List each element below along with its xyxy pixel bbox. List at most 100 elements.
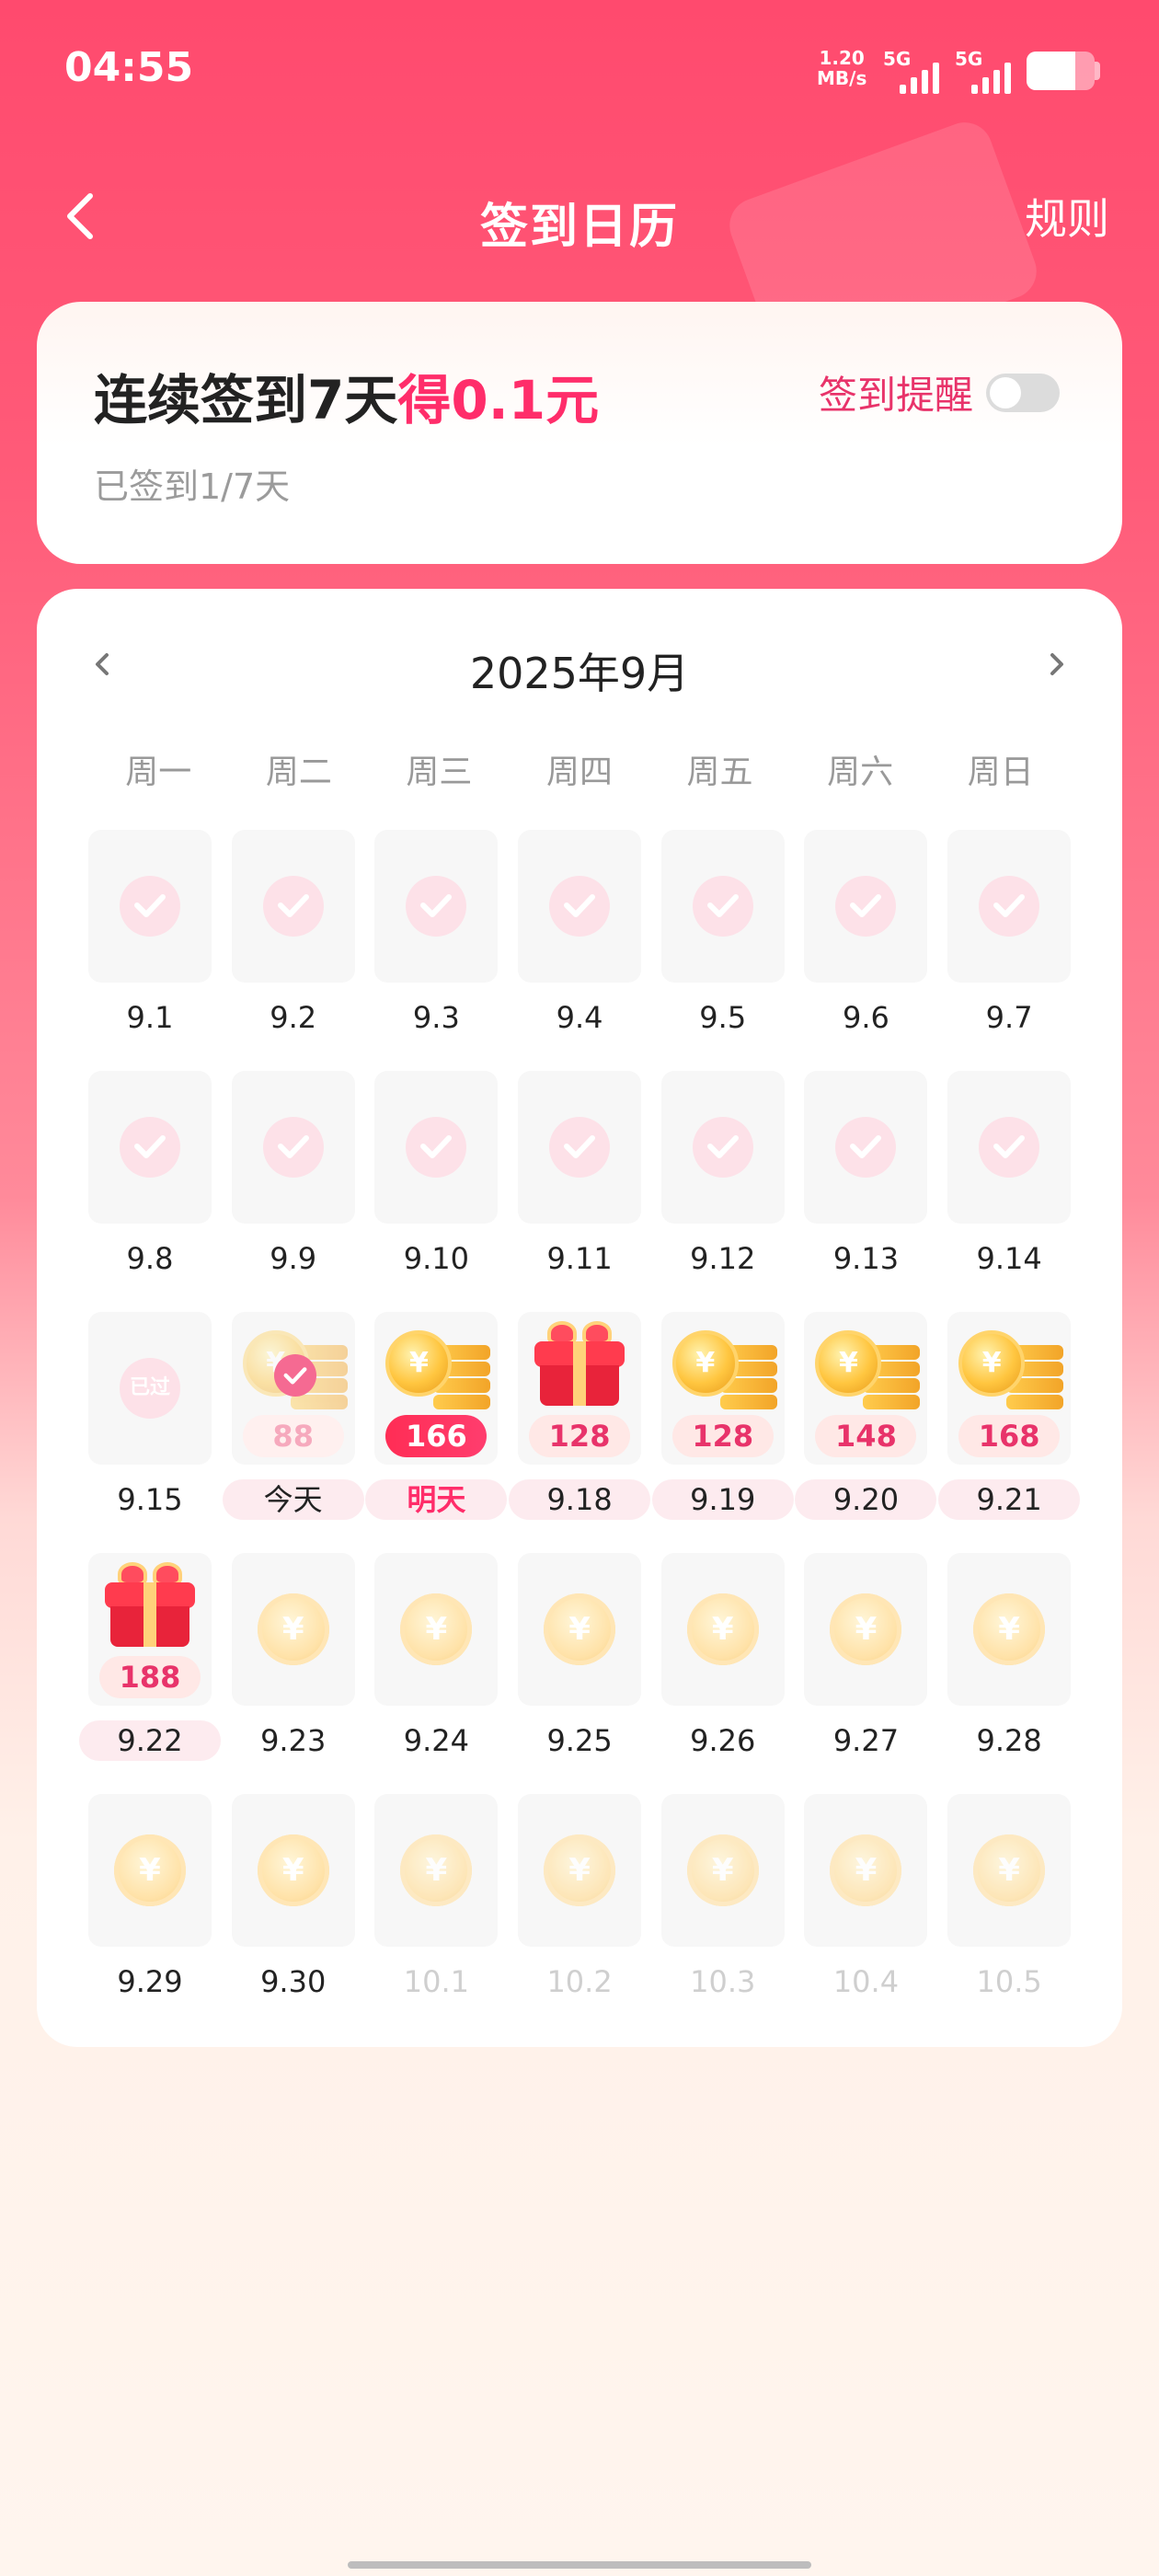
calendar-day: 9.9 [231,1071,355,1312]
day-tile: ¥ [374,1794,499,1947]
checkmark-icon [564,1135,596,1158]
calendar-day: ¥10.5 [947,1794,1072,2035]
weekday-label: 周四 [545,753,613,791]
checked-icon [120,876,180,937]
next-month-button[interactable] [1036,644,1076,684]
day-tile [518,830,642,983]
reward-amount: 128 [529,1415,631,1457]
day-date-label: 9.6 [842,1000,889,1035]
day-tile: 188 [88,1553,212,1706]
day-tile [518,1071,642,1224]
network-speed-unit: MB/s [817,67,867,89]
calendar-day[interactable]: ¥9.25 [518,1553,642,1794]
checked-icon [549,1117,611,1178]
calendar-grid: 9.1 9.2 9.3 9.4 9.5 9.6 9.7 9.8 9.9 9.10 9.11 9.12 9… [79,830,1081,2035]
checked-icon [549,876,611,937]
page-header: 签到日历 规则 [0,175,1159,258]
reward-amount: 128 [671,1415,774,1457]
reminder-toggle[interactable] [986,373,1060,412]
calendar-day[interactable]: ¥9.30 [231,1794,355,2035]
day-tile [374,1071,499,1224]
checkmark-icon [283,1367,307,1385]
battery-icon [1027,52,1095,90]
day-date-label: 9.22 [79,1720,221,1761]
calendar-day: 9.1 [88,830,212,1071]
day-date-label: 9.14 [976,1241,1042,1276]
day-tile: ¥128 [660,1312,785,1465]
calendar-day[interactable]: ¥9.27 [804,1553,928,1794]
calendar-day[interactable]: ¥9.28 [947,1553,1072,1794]
calendar-day: 已过 9.15 [88,1312,212,1553]
calendar-day[interactable]: ¥88 今天 [222,1312,364,1553]
calendar-day: 9.12 [660,1071,785,1312]
day-date-label: 9.1 [126,1000,174,1035]
day-date-label: 9.11 [546,1241,613,1276]
day-tile: ¥ [660,1794,785,1947]
coin-icon: ¥ [830,1593,902,1665]
gift-box-icon [534,1321,625,1406]
calendar-day[interactable]: ¥168 9.21 [938,1312,1081,1553]
page-title: 签到日历 [479,200,679,255]
home-indicator[interactable] [348,2561,811,2569]
coin-icon: ¥ [830,1834,902,1906]
coin-icon: ¥ [257,1834,329,1906]
day-tile [231,830,355,983]
checkmark-icon [993,1135,1026,1158]
coin-stack-icon: ¥ [382,1327,492,1415]
calendar-day: ¥10.4 [804,1794,928,2035]
coin-icon: ¥ [544,1593,616,1665]
calendar-day: 9.5 [660,830,785,1071]
day-tile: ¥ [518,1794,642,1947]
rules-link[interactable]: 规则 [1025,186,1109,247]
coin-icon: ¥ [114,1834,186,1906]
checked-icon [692,876,753,937]
checkmark-icon [420,894,453,917]
reward-amount: 148 [815,1415,917,1457]
calendar-day[interactable]: ¥9.23 [231,1553,355,1794]
day-date-label: 9.20 [795,1479,937,1520]
checkmark-icon [706,894,739,917]
calendar-day[interactable]: ¥9.26 [660,1553,785,1794]
calendar-day: ¥10.1 [374,1794,499,2035]
day-tile: ¥168 [947,1312,1072,1465]
checkmark-icon [134,1135,166,1158]
day-date-label: 9.25 [546,1723,613,1758]
reward-amount: 188 [99,1656,201,1698]
day-date-label: 10.2 [546,1964,613,1999]
status-time: 04:55 [64,44,194,91]
day-date-label: 9.7 [985,1000,1033,1035]
day-tile: ¥166 [374,1312,499,1465]
checked-icon [979,1117,1040,1178]
chevron-right-icon [1050,653,1063,675]
calendar-day[interactable]: ¥9.29 [88,1794,212,2035]
day-tile: ¥ [374,1553,499,1706]
day-tile [660,1071,785,1224]
calendar-day[interactable]: ¥148 9.20 [795,1312,937,1553]
calendar-day[interactable]: ¥9.24 [374,1553,499,1794]
day-tile: 已过 [88,1312,212,1465]
coin-icon: ¥ [400,1834,473,1906]
calendar-day[interactable]: ¥128 9.19 [651,1312,794,1553]
day-tile: ¥88 [231,1312,355,1465]
coin-icon: ¥ [686,1834,759,1906]
day-date-label: 9.27 [832,1723,900,1758]
day-date-label: 10.1 [403,1964,469,1999]
day-date-label: 9.4 [556,1000,603,1035]
day-tile: ¥ [231,1553,355,1706]
streak-headline: 连续签到7天得0.1元 [94,357,599,434]
day-date-label: 9.29 [117,1964,183,1999]
coin-icon: ¥ [400,1593,473,1665]
day-date-label: 9.19 [651,1479,794,1520]
day-date-label: 9.21 [938,1479,1081,1520]
day-tile [88,830,212,983]
day-tile [947,1071,1072,1224]
calendar-day[interactable]: 188 9.22 [79,1553,221,1794]
coin-stack-icon: ¥ [669,1327,779,1415]
signal-icon-2: 5G [955,48,1011,94]
calendar-day[interactable]: 128 9.18 [509,1312,651,1553]
reward-amount: 166 [385,1415,488,1457]
day-date-label: 9.10 [403,1241,469,1276]
calendar-day[interactable]: ¥166 明天 [365,1312,508,1553]
day-date-label: 9.30 [260,1964,327,1999]
calendar-day: 9.2 [231,830,355,1071]
